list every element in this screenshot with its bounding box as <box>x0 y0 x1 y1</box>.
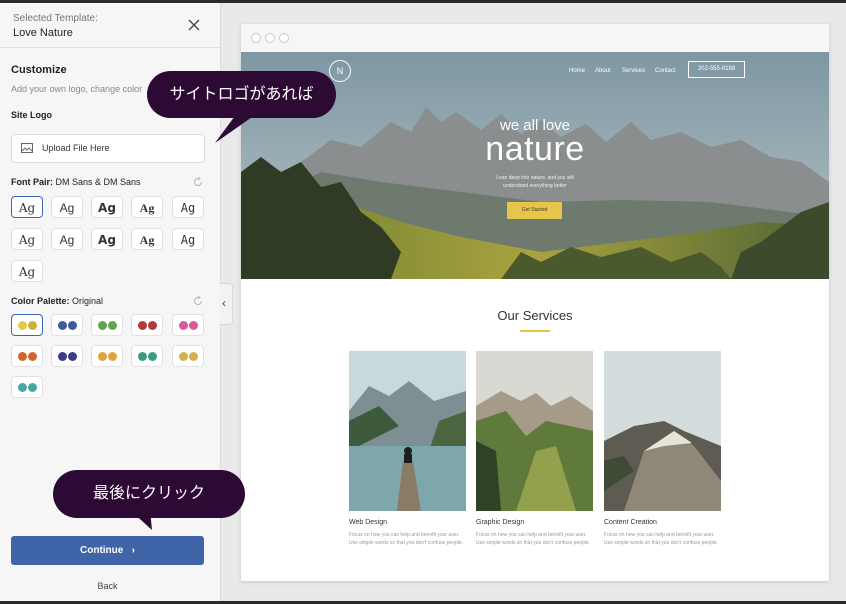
color-swatch <box>189 352 198 361</box>
customize-heading: Customize <box>11 64 67 76</box>
color-palette-option[interactable] <box>11 345 43 367</box>
card-title-graphic-design: Graphic Design <box>476 519 525 526</box>
refresh-icon[interactable] <box>193 177 203 187</box>
continue-label: Continue <box>80 545 124 556</box>
upload-logo-button[interactable]: Upload File Here <box>11 134 205 163</box>
hero-cta-button[interactable]: Get Started <box>507 202 562 219</box>
color-swatch <box>179 321 188 330</box>
color-swatch <box>18 383 27 392</box>
color-swatch <box>148 352 157 361</box>
font-pair-title: Font Pair: <box>11 177 53 187</box>
font-pair-option[interactable]: Ag <box>51 228 83 250</box>
color-swatch <box>98 352 107 361</box>
color-swatch <box>18 321 27 330</box>
nav-contact[interactable]: Contact <box>655 68 676 74</box>
color-palette-label: Color Palette: Original <box>11 296 103 306</box>
color-swatch <box>108 321 117 330</box>
color-palette-value: Original <box>72 296 104 306</box>
color-palette-option[interactable] <box>11 314 43 336</box>
color-swatch <box>28 352 37 361</box>
phone-button[interactable]: 202-555-0188 <box>688 61 745 78</box>
services-underline <box>520 330 550 332</box>
chevron-left-icon: ‹ <box>222 296 226 310</box>
selected-template-name: Love Nature <box>13 27 73 39</box>
color-swatch <box>179 352 188 361</box>
palette-refresh-icon[interactable] <box>193 296 203 306</box>
color-palette-option[interactable] <box>91 314 123 336</box>
site-logo-label: Site Logo <box>11 110 52 120</box>
selected-template-label: Selected Template: <box>13 13 98 24</box>
color-swatch <box>138 352 147 361</box>
font-pair-option[interactable]: Ag <box>11 196 43 218</box>
lake-dock-image <box>349 351 466 511</box>
nav-home[interactable]: Home <box>569 68 585 74</box>
chevron-right-icon: › <box>126 545 135 556</box>
upload-label: Upload File Here <box>42 143 110 153</box>
font-pair-option[interactable]: Ag <box>11 228 43 250</box>
card-title-web-design: Web Design <box>349 519 388 526</box>
color-swatch <box>68 352 77 361</box>
color-palette-title: Color Palette: <box>11 296 70 306</box>
color-swatch <box>98 321 107 330</box>
nav-about[interactable]: About <box>595 68 611 74</box>
divider <box>0 47 220 48</box>
continue-callout-text: 最後にクリック <box>92 485 205 502</box>
card-title-content-creation: Content Creation <box>604 519 657 526</box>
font-pair-option[interactable]: Ag <box>172 196 204 218</box>
image-icon <box>21 143 33 153</box>
card-desc: Focus on how you can help and benefit yo… <box>476 532 591 546</box>
browser-bar <box>241 24 829 53</box>
color-palette-option[interactable] <box>51 314 83 336</box>
color-swatch <box>28 321 37 330</box>
color-palette-option[interactable] <box>172 345 204 367</box>
callout-pointer <box>215 105 255 143</box>
color-swatch <box>68 321 77 330</box>
color-palette-option[interactable] <box>11 376 43 398</box>
window-dot-icon <box>251 33 261 43</box>
color-palette-option[interactable] <box>51 345 83 367</box>
nav-services[interactable]: Services <box>622 68 645 74</box>
font-pair-option[interactable]: Ag <box>91 196 123 218</box>
site-logo-icon[interactable]: N <box>329 60 351 82</box>
logo-callout-text: サイトロゴがあれば <box>169 86 314 103</box>
color-swatch <box>58 352 67 361</box>
callout-pointer <box>130 510 152 530</box>
color-swatch <box>138 321 147 330</box>
back-link[interactable]: Back <box>0 581 215 591</box>
close-icon[interactable] <box>186 17 202 33</box>
color-swatch <box>108 352 117 361</box>
font-pair-value: DM Sans & DM Sans <box>55 177 141 187</box>
color-swatch <box>18 352 27 361</box>
color-swatch <box>189 321 198 330</box>
window-dot-icon <box>265 33 275 43</box>
color-palette-option[interactable] <box>91 345 123 367</box>
customize-description: Add your own logo, change color <box>11 84 143 94</box>
font-pair-option[interactable]: Ag <box>51 196 83 218</box>
card-desc: Focus on how you can help and benefit yo… <box>604 532 719 546</box>
color-swatch <box>28 383 37 392</box>
color-swatch <box>148 321 157 330</box>
font-pair-option[interactable]: Ag <box>131 228 163 250</box>
window-dot-icon <box>279 33 289 43</box>
color-palette-option[interactable] <box>131 314 163 336</box>
collapse-sidebar-button[interactable]: ‹ <box>220 283 233 325</box>
font-pair-label: Font Pair: DM Sans & DM Sans <box>11 177 141 187</box>
hero-subtext: Lean deep into nature, and you will unde… <box>496 175 574 189</box>
cliff-image <box>604 351 721 511</box>
continue-button[interactable]: Continue › <box>11 536 204 565</box>
hero-heading-large: nature <box>485 130 585 168</box>
font-pair-option[interactable]: Ag <box>91 228 123 250</box>
card-desc: Focus on how you can help and benefit yo… <box>349 532 464 546</box>
color-palette-option[interactable] <box>172 314 204 336</box>
valley-image <box>476 351 593 511</box>
font-pair-option[interactable]: Ag <box>131 196 163 218</box>
font-pair-option[interactable]: Ag <box>172 228 204 250</box>
services-heading: Our Services <box>497 308 573 323</box>
color-palette-option[interactable] <box>131 345 163 367</box>
color-swatch <box>58 321 67 330</box>
font-pair-option[interactable]: Ag <box>11 260 43 282</box>
